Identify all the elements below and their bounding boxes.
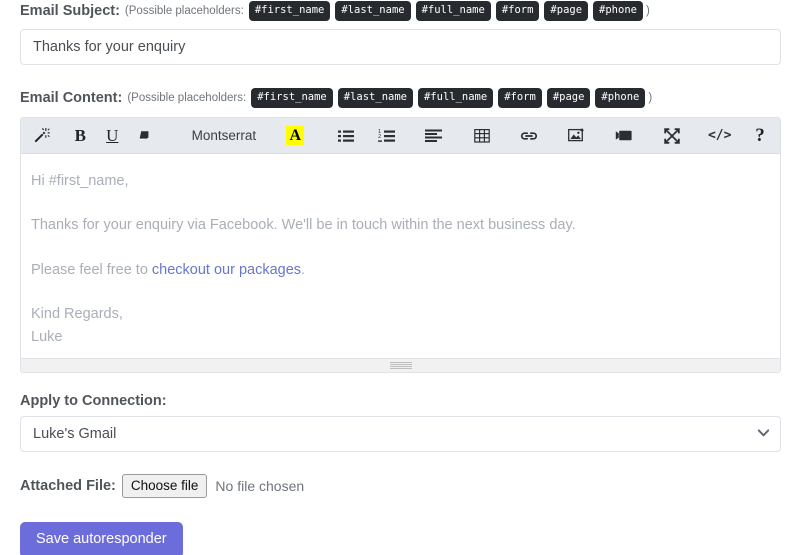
- subject-placeholders-suffix: ): [645, 5, 650, 17]
- editor-link-suffix: .: [301, 261, 306, 278]
- placeholder-badge-first-name[interactable]: #first_name: [248, 1, 331, 21]
- file-status-text: No file chosen: [215, 478, 305, 494]
- image-icon[interactable]: [561, 121, 593, 151]
- attached-file-label: Attached File:: [20, 478, 116, 494]
- editor-line-signoff: Kind Regards,: [31, 306, 123, 323]
- placeholder-badge-full-name[interactable]: #full_name: [415, 1, 491, 21]
- svg-text:2: 2: [378, 134, 381, 140]
- subject-placeholder-badges: #first_name #last_name #full_name #form …: [248, 1, 643, 21]
- placeholder-badge-first-name[interactable]: #first_name: [251, 88, 333, 108]
- table-icon[interactable]: [466, 121, 498, 151]
- placeholder-badge-full-name[interactable]: #full_name: [417, 88, 494, 108]
- choose-file-button[interactable]: Choose file: [121, 473, 208, 499]
- email-subject-input[interactable]: [20, 29, 781, 65]
- text-highlight-button[interactable]: A: [279, 121, 311, 151]
- placeholder-badge-page[interactable]: #page: [546, 88, 591, 108]
- editor-link-prefix: Please feel free to: [31, 261, 152, 278]
- rich-text-editor: B U Montserrat A 1 2 </> ? Hi #first_nam…: [20, 117, 781, 373]
- placeholder-badge-phone[interactable]: #phone: [595, 88, 646, 108]
- autoresponder-form: Email Subject: (Possible placeholders: #…: [0, 0, 791, 555]
- link-icon[interactable]: [513, 121, 545, 151]
- help-button[interactable]: ?: [744, 121, 776, 151]
- fullscreen-icon[interactable]: [656, 121, 688, 151]
- numbered-list-icon[interactable]: 1 2: [370, 121, 402, 151]
- bullet-list-icon[interactable]: [330, 121, 362, 151]
- underline-button[interactable]: U: [96, 121, 128, 151]
- video-icon[interactable]: [608, 121, 640, 151]
- connection-label: Apply to Connection:: [20, 393, 167, 409]
- code-view-button[interactable]: </>: [704, 121, 736, 151]
- editor-resize-handle[interactable]: [21, 358, 780, 372]
- placeholder-badge-last-name[interactable]: #last_name: [337, 88, 413, 108]
- placeholder-badge-form[interactable]: #form: [495, 1, 540, 21]
- content-placeholders-prefix: (Possible placeholders:: [127, 92, 247, 104]
- content-placeholder-badges: #first_name #last_name #full_name #form …: [251, 88, 646, 108]
- editor-content-area[interactable]: Hi #first_name, Thanks for your enquiry …: [21, 154, 780, 358]
- checkout-packages-link[interactable]: checkout our packages: [152, 262, 301, 278]
- attached-file-row: Attached File: Choose file No file chose…: [0, 473, 791, 499]
- placeholder-badge-last-name[interactable]: #last_name: [335, 1, 411, 21]
- email-subject-label-row: Email Subject: (Possible placeholders: #…: [0, 0, 791, 22]
- subject-placeholders-prefix: (Possible placeholders:: [124, 5, 244, 17]
- align-left-icon[interactable]: [418, 121, 450, 151]
- font-family-selector[interactable]: Montserrat: [176, 121, 272, 151]
- editor-line-body: Thanks for your enquiry via Facebook. We…: [31, 217, 576, 234]
- eraser-icon[interactable]: [128, 121, 160, 151]
- content-placeholders-suffix: ): [648, 92, 653, 104]
- email-content-label: Email Content:: [20, 90, 123, 106]
- connection-select-wrapper: Luke's Gmail: [20, 416, 781, 452]
- save-autoresponder-button[interactable]: Save autoresponder: [20, 522, 183, 555]
- placeholder-badge-page[interactable]: #page: [544, 1, 589, 21]
- editor-toolbar: B U Montserrat A 1 2 </> ?: [21, 118, 780, 154]
- highlight-letter: A: [286, 126, 305, 145]
- editor-line-signature: Luke: [31, 328, 63, 345]
- editor-line-greeting: Hi #first_name,: [31, 173, 129, 189]
- connection-select[interactable]: Luke's Gmail: [20, 416, 781, 452]
- magic-wand-icon[interactable]: [25, 121, 57, 151]
- email-content-label-row: Email Content: (Possible placeholders: #…: [0, 87, 791, 109]
- placeholder-badge-form[interactable]: #form: [498, 88, 542, 108]
- resize-grip-icon: [389, 362, 412, 369]
- placeholder-badge-phone[interactable]: #phone: [593, 1, 643, 21]
- bold-button[interactable]: B: [64, 121, 96, 151]
- email-subject-label: Email Subject:: [20, 3, 120, 19]
- editor-line-link-paragraph: Please feel free to checkout our package…: [31, 259, 762, 281]
